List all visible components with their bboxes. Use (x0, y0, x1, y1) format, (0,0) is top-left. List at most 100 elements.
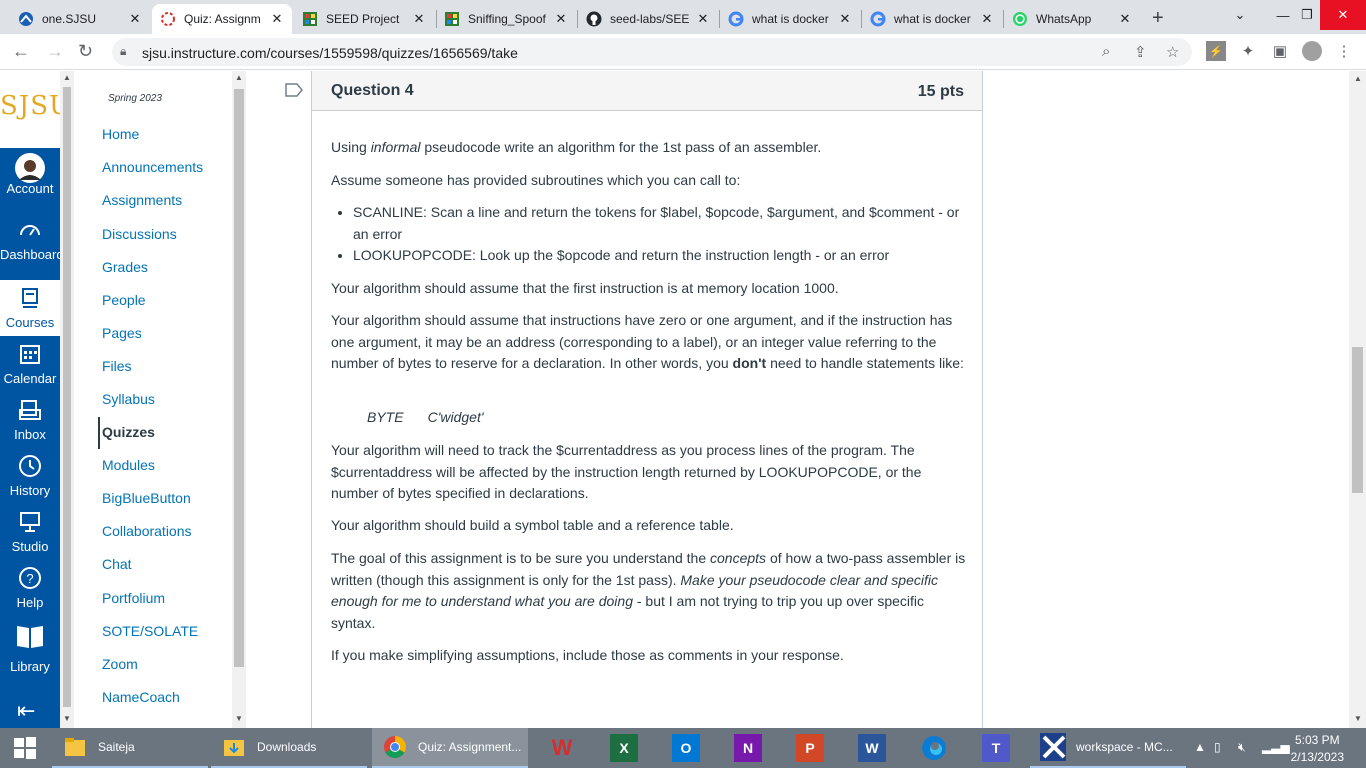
global-nav-calendar[interactable]: Calendar (0, 342, 60, 387)
course-nav-zoom[interactable]: Zoom (102, 656, 138, 672)
seed-icon (444, 11, 460, 27)
question-card: Question 4 15 pts Using informal pseudoc… (311, 71, 983, 728)
outlook-icon[interactable]: O (672, 734, 700, 762)
course-nav-people[interactable]: People (102, 292, 146, 308)
dashboard-icon (0, 218, 60, 244)
browser-menu-icon[interactable]: ⋮ (1334, 41, 1354, 61)
question-paragraph: Your algorithm should build a symbol tab… (331, 517, 734, 533)
reload-icon[interactable]: ↻ (78, 41, 93, 62)
course-nav-syllabus[interactable]: Syllabus (102, 391, 155, 407)
onenote-icon[interactable]: N (734, 734, 762, 762)
global-nav-history[interactable]: History (0, 454, 60, 499)
course-nav-chat[interactable]: Chat (102, 556, 132, 572)
question-paragraph: Your algorithm should assume that instru… (331, 312, 964, 372)
tab-seed-project[interactable]: SEED Project ✕ (294, 4, 434, 34)
course-nav-assignments[interactable]: Assignments (102, 192, 182, 208)
page-scrollbar[interactable]: ▲ ▼ (1349, 71, 1366, 728)
side-panel-icon[interactable]: ▣ (1270, 41, 1290, 61)
course-nav-pages[interactable]: Pages (102, 325, 142, 341)
edge-icon[interactable] (920, 734, 948, 762)
extensions-puzzle-icon[interactable]: ✦ (1238, 41, 1258, 61)
close-tab-icon[interactable]: ✕ (270, 11, 284, 27)
course-nav-bigbluebutton[interactable]: BigBlueButton (102, 490, 191, 506)
question-paragraph: Your algorithm will need to track the $c… (331, 442, 922, 502)
profile-avatar[interactable] (1302, 41, 1322, 61)
global-nav-courses[interactable]: Courses (0, 280, 60, 336)
course-nav-sote-solate[interactable]: SOTE/SOLATE (102, 623, 198, 639)
close-tab-icon[interactable]: ✕ (128, 11, 142, 27)
global-nav-account[interactable]: Account (0, 152, 60, 197)
question-paragraph: Using informal pseudocode write an algor… (331, 139, 822, 155)
device-icon[interactable]: ▯ (1214, 740, 1221, 754)
teams-icon[interactable]: T (982, 734, 1010, 762)
bookmark-star-icon[interactable]: ☆ (1166, 43, 1179, 61)
taskbar-clock[interactable]: 5:03 PM 2/13/2023 (1291, 732, 1344, 766)
volume-muted-icon[interactable]: 🔇︎ (1238, 740, 1246, 755)
course-nav-collaborations[interactable]: Collaborations (102, 523, 192, 539)
course-nav-announcements[interactable]: Announcements (102, 159, 203, 175)
course-nav-namecoach[interactable]: NameCoach (102, 689, 180, 705)
global-nav-library[interactable]: Library (0, 622, 60, 675)
course-nav-discussions[interactable]: Discussions (102, 226, 177, 242)
global-nav: SJSU Account Dashboard Courses Calendar … (0, 71, 71, 728)
taskbar-window-chrome[interactable]: Quiz: Assignment... (372, 728, 528, 768)
powerpoint-icon[interactable]: P (796, 734, 824, 762)
course-nav-grades[interactable]: Grades (102, 259, 148, 275)
excel-icon[interactable]: X (610, 734, 638, 762)
extension-icon[interactable]: ⚡ (1206, 41, 1226, 61)
course-nav-scrollbar[interactable]: ▲ ▼ (232, 71, 246, 728)
course-nav-modules[interactable]: Modules (102, 457, 155, 473)
question-title: Question 4 (331, 82, 414, 99)
close-tab-icon[interactable]: ✕ (412, 11, 426, 27)
back-icon[interactable]: ← (12, 41, 30, 62)
windows-start-icon[interactable] (0, 728, 50, 768)
share-icon[interactable]: ⇪ (1134, 43, 1147, 61)
course-nav-portfolium[interactable]: Portfolium (102, 590, 165, 606)
close-tab-icon[interactable]: ✕ (838, 11, 852, 27)
tray-overflow-icon[interactable]: ▲ (1194, 740, 1206, 754)
zoom-search-icon[interactable]: ⌕ (1102, 43, 1110, 60)
course-nav-quizzes[interactable]: Quizzes (102, 424, 155, 440)
global-nav-help[interactable]: ? Help (0, 566, 60, 611)
tab-google-docker-1[interactable]: what is docker ✕ (720, 4, 860, 34)
tab-google-docker-2[interactable]: what is docker ✕ (862, 4, 1002, 34)
address-bar[interactable]: 🔒︎ sjsu.instructure.com/courses/1559598/… (112, 38, 1192, 66)
calendar-icon (0, 342, 60, 368)
wps-office-icon[interactable]: W (548, 734, 576, 762)
google-icon (728, 11, 744, 27)
library-icon (0, 622, 60, 656)
xming-icon (1040, 733, 1066, 761)
close-tab-icon[interactable]: ✕ (554, 11, 568, 27)
network-signal-icon[interactable]: ▂▃▅ (1262, 740, 1290, 754)
forward-icon[interactable]: → (46, 41, 64, 62)
taskbar-window-workspace[interactable]: workspace - MC... (1030, 728, 1186, 768)
global-nav-studio[interactable]: Studio (0, 510, 60, 555)
close-tab-icon[interactable]: ✕ (1118, 11, 1132, 27)
course-nav-files[interactable]: Files (102, 358, 132, 374)
tab-search-icon[interactable]: ⌄ (1228, 0, 1252, 30)
windows-taskbar: Saiteja Downloads Quiz: Assignment... W … (0, 728, 1366, 768)
tab-quiz[interactable]: Quiz: Assignm ✕ (152, 4, 292, 34)
global-nav-inbox[interactable]: Inbox (0, 398, 60, 443)
word-icon[interactable]: W (858, 734, 886, 762)
tab-one-sjsu[interactable]: one.SJSU ✕ (10, 4, 150, 34)
new-tab-icon[interactable]: + (1152, 7, 1164, 30)
tab-sniffing-spoofing[interactable]: Sniffing_Spoof ✕ (436, 4, 576, 34)
close-tab-icon[interactable]: ✕ (980, 11, 994, 27)
inbox-icon (0, 398, 60, 424)
close-window-icon[interactable]: ✕ (1320, 0, 1366, 30)
tab-whatsapp[interactable]: WhatsApp ✕ (1004, 4, 1140, 34)
question-paragraph: The goal of this assignment is to be sur… (331, 550, 966, 632)
history-icon (0, 454, 60, 480)
close-tab-icon[interactable]: ✕ (696, 11, 710, 27)
global-nav-scrollbar[interactable]: ▲ ▼ (60, 71, 74, 728)
global-nav-dashboard[interactable]: Dashboard (0, 218, 64, 263)
active-indicator (98, 417, 100, 449)
tab-github[interactable]: seed-labs/SEE ✕ (578, 4, 718, 34)
restore-icon[interactable]: ❐ (1290, 0, 1324, 30)
taskbar-window-saiteja[interactable]: Saiteja (52, 728, 208, 768)
taskbar-window-downloads[interactable]: Downloads (211, 728, 367, 768)
collapse-nav-icon[interactable]: ⇤ (17, 698, 35, 724)
flag-question-icon[interactable] (285, 83, 303, 101)
course-nav-home[interactable]: Home (102, 126, 139, 142)
